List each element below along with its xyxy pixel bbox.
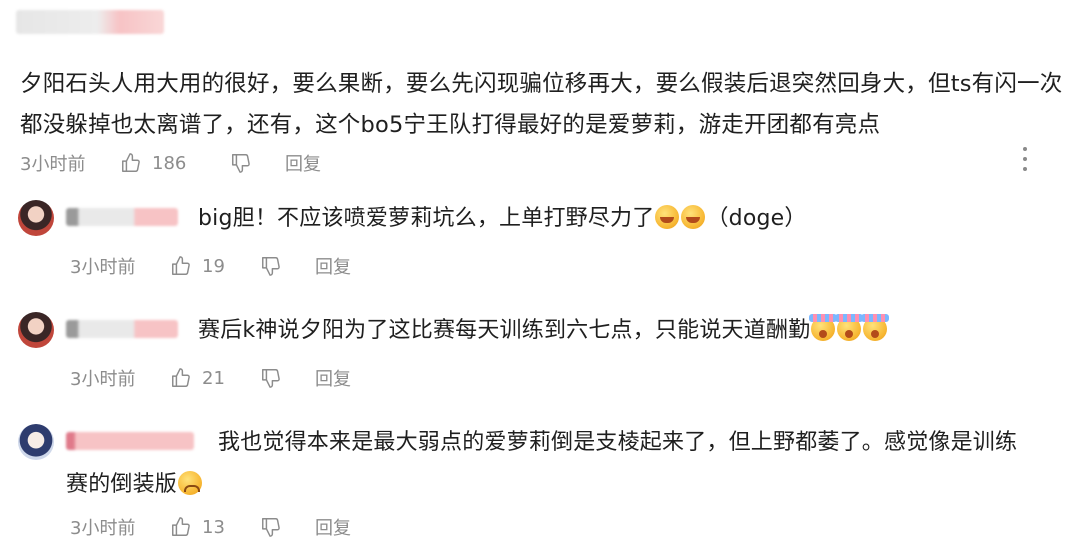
reply-username-redacted[interactable] [66,208,178,226]
like-count: 21 [202,367,225,389]
reply-meta: 3小时前 13 回复 [70,514,351,540]
comment-time: 3小时前 [70,369,136,390]
avatar[interactable] [18,312,54,348]
like-count: 186 [152,152,187,174]
avatar[interactable] [18,424,54,460]
reply-text-line: 赛的倒装版 [66,472,178,497]
thumbs-down-icon [262,369,280,388]
celebrating-emoji-icon [835,314,864,341]
like-count: 13 [202,516,225,538]
main-comment-username-redacted[interactable] [16,10,164,34]
thumbs-up-icon [172,368,190,387]
thumbs-up-icon [172,517,190,536]
like-count: 19 [202,255,225,277]
reply-text-body: 赛后k神说夕阳为了这比赛每天训练到六七点，只能说天道酬勤 [198,318,811,343]
reply-button[interactable]: 回复 [285,150,321,176]
thumbs-down-icon [232,154,250,173]
dislike-button[interactable] [230,152,285,174]
laughing-emoji-icon [681,205,706,229]
thumbs-up-icon [122,153,140,172]
reply-text: 我也觉得本来是最大弱点的爱萝莉倒是支棱起来了，但上野都萎了。感觉像是训练 [218,424,1068,462]
comment-time: 3小时前 [70,257,136,278]
reply-button[interactable]: 回复 [315,514,351,540]
reply-text-suffix: （doge） [706,206,807,231]
reply-text: 赛的倒装版 [66,466,203,504]
comment-time: 3小时前 [20,154,86,175]
reply-text-body: big胆！不应该喷爱萝莉坑么，上单打野尽力了 [198,206,655,231]
avatar[interactable] [18,200,54,236]
reply-meta: 3小时前 19 回复 [70,253,351,279]
reply-username-redacted[interactable] [66,320,178,338]
reply-button[interactable]: 回复 [315,253,351,279]
celebrating-emoji-icon [861,314,890,341]
dislike-button[interactable] [260,255,315,277]
thumbs-up-icon [172,256,190,275]
main-comment-text: 夕阳石头人用大用的很好，要么果断，要么先闪现骗位移再大，要么假装后退突然回身大，… [20,71,1063,138]
reply-text: 赛后k神说夕阳为了这比赛每天训练到六七点，只能说天道酬勤 [198,312,890,350]
thumbs-down-icon [262,257,280,276]
celebrating-emoji-icon [809,314,838,341]
like-button[interactable]: 19 [170,255,260,277]
dislike-button[interactable] [260,367,315,389]
more-vertical-icon[interactable] [1020,147,1030,171]
reply-username-redacted[interactable] [66,432,194,450]
dislike-button[interactable] [260,516,315,538]
reply-text: big胆！不应该喷爱萝莉坑么，上单打野尽力了 （doge） [198,200,807,238]
reply-text-line: 我也觉得本来是最大弱点的爱萝莉倒是支棱起来了，但上野都萎了。感觉像是训练 [218,430,1018,455]
like-button[interactable]: 21 [170,367,260,389]
comment-time: 3小时前 [70,518,136,539]
like-button[interactable]: 13 [170,516,260,538]
reply-button[interactable]: 回复 [315,365,351,391]
like-button[interactable]: 186 [120,152,230,174]
reply-meta: 3小时前 21 回复 [70,365,351,391]
thumbs-down-icon [262,518,280,537]
crying-emoji-icon [178,471,203,495]
laughing-emoji-icon [655,205,680,229]
main-comment-meta: 3小时前 186 回复 [20,150,321,176]
